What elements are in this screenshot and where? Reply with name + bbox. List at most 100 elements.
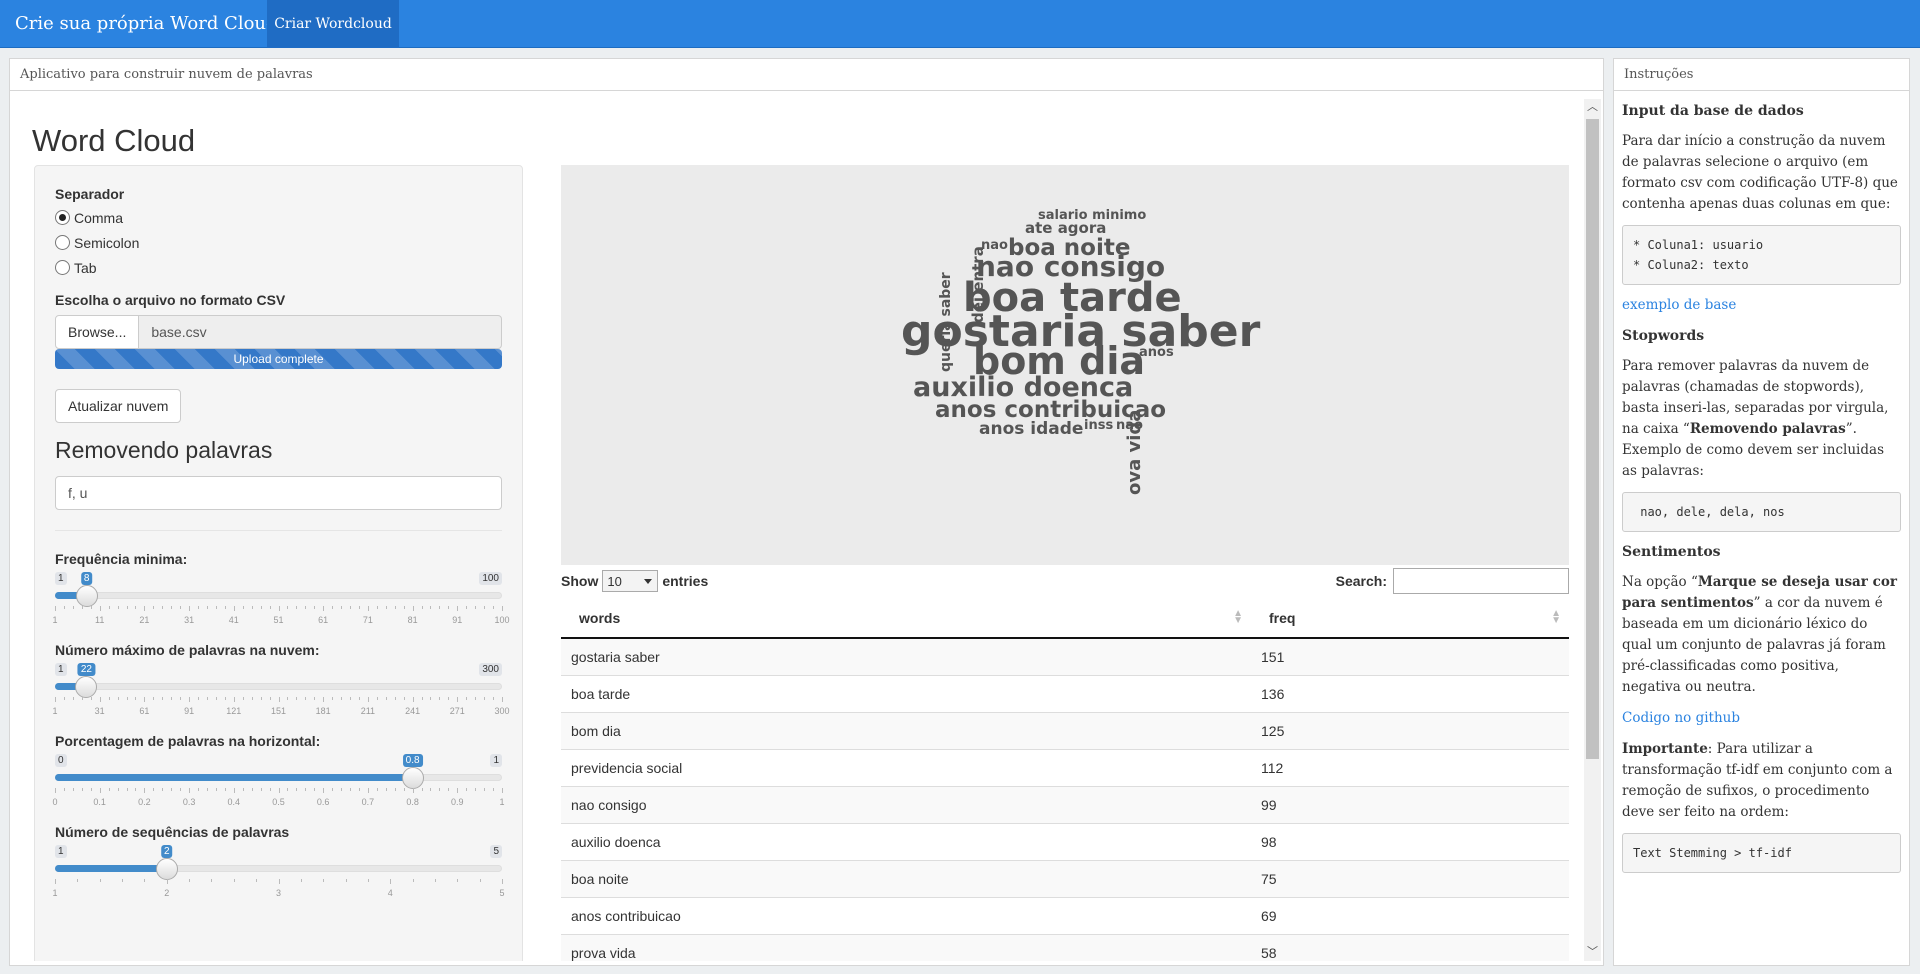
column-header-freq[interactable]: freq ▲ ▼ (1251, 598, 1569, 639)
slider-minor-tick (296, 697, 298, 700)
slider-tick-label: 1 (52, 615, 58, 625)
table-row[interactable]: bom dia 125 (561, 711, 1569, 749)
range-slider[interactable]: 1 100 8 1 11 21 31 41 51 61 71 81 91 100 (52, 572, 510, 642)
range-slider[interactable]: 0 1 0.8 0 0.1 0.2 0.3 0.4 0.5 0.6 0.7 0.8 0.9 1 (52, 754, 505, 824)
table-row[interactable]: nao consigo 99 (561, 785, 1569, 823)
slider-minor-tick (269, 606, 271, 609)
file-name-field[interactable]: base.csv (139, 315, 502, 349)
slider-min-label: 0 (55, 754, 67, 767)
slider-tick (189, 788, 191, 793)
radio-checked-icon[interactable] (55, 210, 70, 225)
slider-minor-tick (332, 788, 334, 791)
range-slider[interactable]: 1 5 2 1 2 3 4 5 (52, 845, 505, 915)
slider-tick (99, 788, 101, 793)
slider-tick-label: 0.8 (406, 797, 419, 807)
table-row[interactable]: previdencia social 112 (561, 748, 1569, 786)
instructions-body: Input da base de dados Para dar início a… (1614, 101, 1909, 873)
table-row[interactable]: prova vida 58 (561, 933, 1569, 961)
slider-tick-label: 271 (449, 706, 465, 716)
slider-minor-tick (475, 606, 477, 609)
slider-ticks: 1 31 61 91 121 151 181 211 241 271 300 (52, 697, 510, 717)
search-input[interactable] (1393, 568, 1569, 594)
github-link[interactable]: Codigo no github (1622, 710, 1740, 726)
slider-minor-tick (171, 697, 173, 700)
slider-minor-tick (260, 697, 262, 700)
words-table: words ▲ ▼ freq ▲ ▼ gostaria saber 151 boa ta… (561, 598, 1569, 961)
remove-words-input[interactable]: f, u (55, 476, 502, 510)
cell-word: gostaria saber (561, 637, 1251, 675)
cloud-word: nao (1116, 418, 1143, 433)
slider-handle[interactable] (75, 676, 98, 698)
table-row[interactable]: gostaria saber 151 (561, 637, 1569, 675)
scroll-up-icon[interactable]: ︿ (1584, 99, 1601, 116)
slider-minor-tick (305, 697, 307, 700)
slider-minor-tick (144, 879, 146, 882)
slider-tick-label: 0.2 (138, 797, 151, 807)
table-row[interactable]: boa noite 75 (561, 859, 1569, 897)
range-slider[interactable]: 1 300 22 1 31 61 91 121 151 181 211 241 271 300 (52, 663, 510, 733)
slider-tick-label: 31 (184, 615, 195, 625)
slider-min-label: 1 (55, 572, 67, 585)
table-row[interactable]: boa tarde 136 (561, 674, 1569, 712)
slider-minor-tick (108, 788, 110, 791)
slider-minor-tick (251, 606, 253, 609)
slider-minor-tick (256, 879, 258, 882)
scroll-down-icon[interactable]: ﹀ (1584, 944, 1601, 961)
separator-option-comma[interactable]: Comma (55, 205, 502, 230)
slider-minor-tick (475, 788, 477, 791)
cell-word: previdencia social (561, 748, 1251, 786)
scrollbar-thumb[interactable] (1586, 119, 1599, 759)
main-scrollbar[interactable]: ︿ ﹀ (1584, 99, 1601, 961)
example-base-link[interactable]: exemplo de base (1622, 297, 1736, 313)
slider-minor-tick (90, 788, 92, 791)
slider-tick (278, 606, 280, 611)
radio-unchecked-icon[interactable] (55, 235, 70, 250)
table-row[interactable]: auxilio doenca 98 (561, 822, 1569, 860)
column-header-words[interactable]: words ▲ ▼ (561, 598, 1251, 639)
radio-unchecked-icon[interactable] (55, 260, 70, 275)
update-cloud-button[interactable]: Atualizar nuvem (55, 389, 182, 423)
entries-select[interactable]: 10 (602, 570, 659, 592)
slider-minor-tick (171, 788, 173, 791)
slider-minor-tick (434, 879, 436, 882)
slider-tick (55, 788, 56, 793)
slider-minor-tick (305, 788, 307, 791)
slider-handle[interactable] (155, 858, 178, 880)
remove-words-title: Removendo palavras (55, 437, 273, 463)
separator-option-tab[interactable]: Tab (55, 255, 502, 280)
slider-tick-label: 0.7 (361, 797, 375, 807)
slider-tick-label: 3 (275, 888, 282, 898)
separator-option-semicolon[interactable]: Semicolon (55, 230, 502, 255)
slider-value-label: 8 (80, 572, 93, 585)
slider-handle[interactable] (75, 585, 98, 607)
table-controls: Show 10 entries Search: (561, 567, 1569, 595)
browse-button[interactable]: Browse... (55, 315, 140, 349)
slider-minor-tick (72, 697, 74, 700)
radio-label: Tab (74, 259, 97, 276)
slider-minor-tick (117, 697, 119, 700)
slider-handle[interactable] (401, 767, 424, 789)
slider-minor-tick (63, 606, 65, 609)
table-row[interactable]: anos contribuicao 69 (561, 896, 1569, 934)
slider-tick (412, 606, 414, 611)
slider-minor-tick (287, 606, 289, 609)
slider-tick (457, 606, 459, 611)
slider-ticks: 0 0.1 0.2 0.3 0.4 0.5 0.6 0.7 0.8 0.9 1 (52, 788, 505, 808)
separator-label: Separador (55, 186, 125, 202)
slider-minor-tick (376, 788, 378, 791)
slider-minor-tick (385, 697, 387, 700)
tab-criar-wordcloud[interactable]: Criar Wordcloud (267, 0, 399, 48)
cell-word: prova vida (561, 933, 1251, 961)
upload-progress-bar: Upload complete (55, 349, 502, 369)
input-title: Input da base de dados (1622, 103, 1804, 119)
slider-minor-tick (135, 697, 137, 700)
slider-track[interactable] (55, 683, 502, 690)
cell-word: anos contribuicao (561, 896, 1251, 934)
cloud-word: boa noite (1008, 235, 1131, 261)
cell-word: nao consigo (561, 785, 1251, 823)
slider-label: Número máximo de palavras na nuvem: (55, 642, 320, 658)
slider-minor-tick (135, 606, 137, 609)
slider-minor-tick (358, 697, 360, 700)
app-brand[interactable]: Crie sua própria Word Cloud (15, 0, 278, 48)
slider-track[interactable] (55, 592, 502, 599)
